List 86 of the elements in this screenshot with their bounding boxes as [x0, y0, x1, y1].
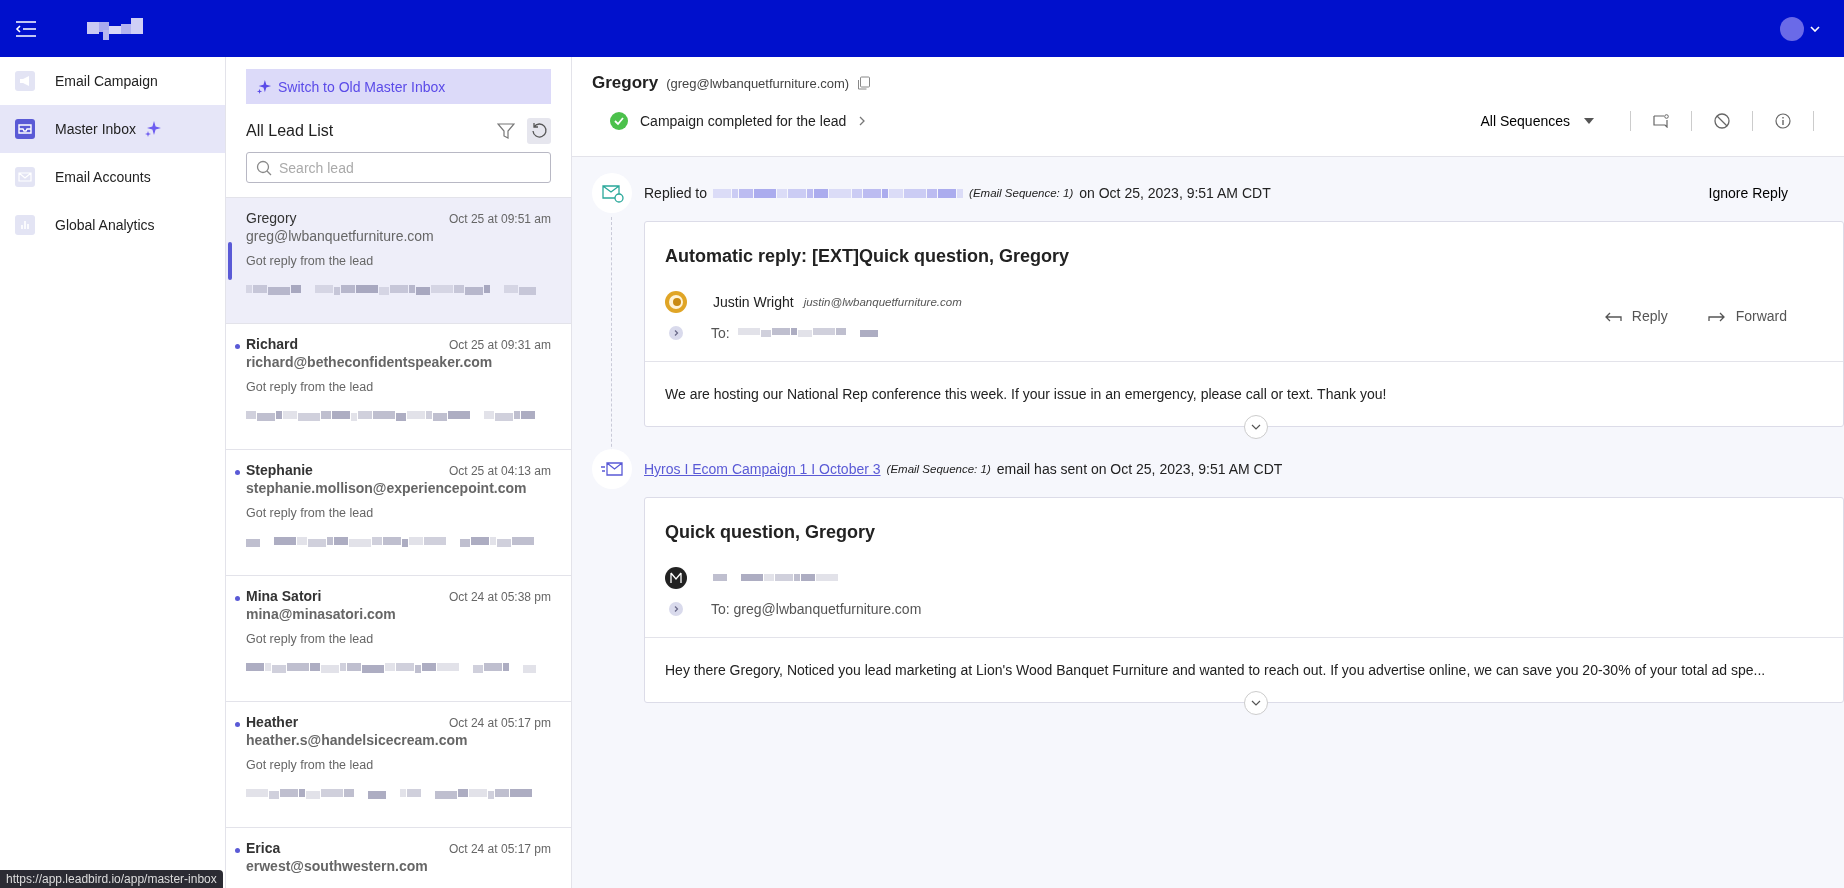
- inbox-icon: [15, 119, 35, 139]
- lead-email: (greg@lwbanquetfurniture.com): [666, 75, 850, 91]
- mail-sent-icon: [592, 449, 632, 489]
- lead-name: Stephanie: [246, 462, 313, 478]
- sender-name: Justin Wright: [713, 294, 794, 310]
- info-icon[interactable]: [1775, 113, 1791, 129]
- chevron-down-icon: [1251, 700, 1261, 706]
- lead-name: Gregory: [246, 210, 297, 226]
- search-icon: [256, 160, 272, 176]
- caret-icon[interactable]: [1810, 25, 1820, 32]
- avatar-icon: [665, 567, 687, 589]
- event-prefix: Replied to: [644, 185, 708, 201]
- email-body: We are hosting our National Rep conference this week. If your issue in an emergency, please call or text. Thank you!: [664, 385, 1388, 404]
- lead-time: Oct 24 at 05:38 pm: [448, 590, 551, 604]
- refresh-button[interactable]: [527, 118, 551, 144]
- lead-time: Oct 25 at 04:13 am: [448, 464, 551, 478]
- lead-email: mina@minasatori.com: [246, 606, 397, 622]
- lead-time: Oct 24 at 05:17 pm: [448, 716, 551, 730]
- expand-icon[interactable]: [669, 326, 683, 340]
- lead-time: Oct 24 at 05:17 pm: [448, 842, 551, 856]
- bar-chart-icon: [15, 215, 35, 235]
- forward-button[interactable]: Forward: [1707, 308, 1787, 324]
- lead-email: stephanie.mollison@experiencepoint.com: [246, 480, 528, 496]
- menu-icon[interactable]: [15, 20, 37, 37]
- recipient: To:: [711, 325, 730, 341]
- lead-email: greg@lwbanquetfurniture.com: [246, 228, 435, 244]
- sparkle-icon: [256, 78, 272, 95]
- recipient: To: greg@lwbanquetfurniture.com: [711, 601, 922, 617]
- sequence-label: (Email Sequence: 1): [969, 187, 1074, 199]
- check-circle-icon: [610, 112, 628, 130]
- lead-name: Gregory: [592, 73, 659, 93]
- lead-item[interactable]: Erica Oct 24 at 05:17 pm erwest@southwestern.com: [226, 828, 571, 888]
- chevron-down-icon: [1251, 424, 1261, 430]
- message-icon[interactable]: [1653, 114, 1669, 128]
- email-body: Hey there Gregory, Noticed you lead marketing at Lion's Wood Banquet Furniture and wanted to reach out. If you advertise online, we can save you 20-30% of your total ad spe...: [664, 661, 1767, 680]
- filter-icon[interactable]: [497, 122, 515, 140]
- lead-item[interactable]: Richard Oct 25 at 09:31 am richard@betheconfidentspeaker.com Got reply from the lead: [226, 324, 571, 450]
- mail-icon: [15, 167, 35, 187]
- mail-reply-icon: [592, 173, 632, 213]
- sequence-label: (Email Sequence: 1): [886, 463, 991, 475]
- ignore-reply-button[interactable]: Ignore Reply: [1702, 184, 1794, 202]
- lead-status: Got reply from the lead: [246, 254, 375, 268]
- lead-name: Heather: [246, 714, 299, 730]
- sequence-dropdown[interactable]: All Sequences: [1474, 112, 1600, 130]
- refresh-icon: [530, 122, 548, 140]
- block-icon[interactable]: [1714, 113, 1730, 129]
- event-time: email has sent on Oct 25, 2023, 9:51 AM CDT: [996, 461, 1283, 477]
- search-field[interactable]: Search lead: [246, 152, 551, 183]
- email-subject: Quick question, Gregory: [665, 522, 877, 543]
- lead-status: Got reply from the lead: [246, 506, 375, 520]
- lead-item[interactable]: Gregory Oct 25 at 09:51 am greg@lwbanquetfurniture.com Got reply from the lead: [226, 198, 571, 324]
- sender-email: justin@lwbanquetfurniture.com: [803, 296, 962, 308]
- switch-inbox-button[interactable]: Switch to Old Master Inbox: [246, 69, 551, 104]
- email-subject: Automatic reply: [EXT]Quick question, Gregory: [665, 246, 1071, 267]
- lead-email: erwest@southwestern.com: [246, 858, 429, 874]
- campaign-link[interactable]: Hyros I Ecom Campaign 1 I October 3: [644, 461, 881, 477]
- nav-item[interactable]: Global Analytics: [0, 201, 225, 249]
- logo[interactable]: [87, 15, 145, 42]
- lead-email: heather.s@handelsicecream.com: [246, 732, 469, 748]
- lead-email: richard@betheconfidentspeaker.com: [246, 354, 494, 370]
- avatar-icon: [665, 291, 687, 313]
- chevron-right-icon[interactable]: [858, 116, 867, 126]
- nav-item[interactable]: Email Accounts: [0, 153, 225, 201]
- lead-item[interactable]: Stephanie Oct 25 at 04:13 am stephanie.mollison@experiencepoint.com Got reply from the lead: [226, 450, 571, 576]
- avatar-icon[interactable]: [1780, 16, 1804, 41]
- lead-time: Oct 25 at 09:51 am: [448, 212, 551, 226]
- lead-status: Got reply from the lead: [246, 380, 375, 394]
- nav-item[interactable]: Email Campaign: [0, 57, 225, 105]
- dropdown-arrow-icon: [1584, 118, 1594, 124]
- reply-button[interactable]: Reply: [1603, 308, 1668, 324]
- lead-time: Oct 25 at 09:31 am: [448, 338, 551, 352]
- list-title: All Lead List: [246, 122, 335, 140]
- lead-status: Got reply from the lead: [246, 632, 375, 646]
- lead-item[interactable]: Heather Oct 24 at 05:17 pm heather.s@handelsicecream.com Got reply from the lead: [226, 702, 571, 828]
- lead-name: Richard: [246, 336, 299, 352]
- status-url: https://app.leadbird.io/app/master-inbox: [0, 870, 223, 888]
- lead-item[interactable]: Mina Satori Oct 24 at 05:38 pm mina@minasatori.com Got reply from the lead: [226, 576, 571, 702]
- lead-name: Erica: [246, 840, 281, 856]
- campaign-status[interactable]: Campaign completed for the lead: [640, 113, 847, 129]
- nav-item[interactable]: Master Inbox: [0, 105, 225, 153]
- lead-status: Got reply from the lead: [246, 758, 375, 772]
- megaphone-icon: [15, 71, 35, 91]
- event-time: on Oct 25, 2023, 9:51 AM CDT: [1079, 185, 1271, 201]
- expand-icon[interactable]: [669, 602, 683, 616]
- lead-name: Mina Satori: [246, 588, 322, 604]
- copy-icon[interactable]: [857, 76, 872, 90]
